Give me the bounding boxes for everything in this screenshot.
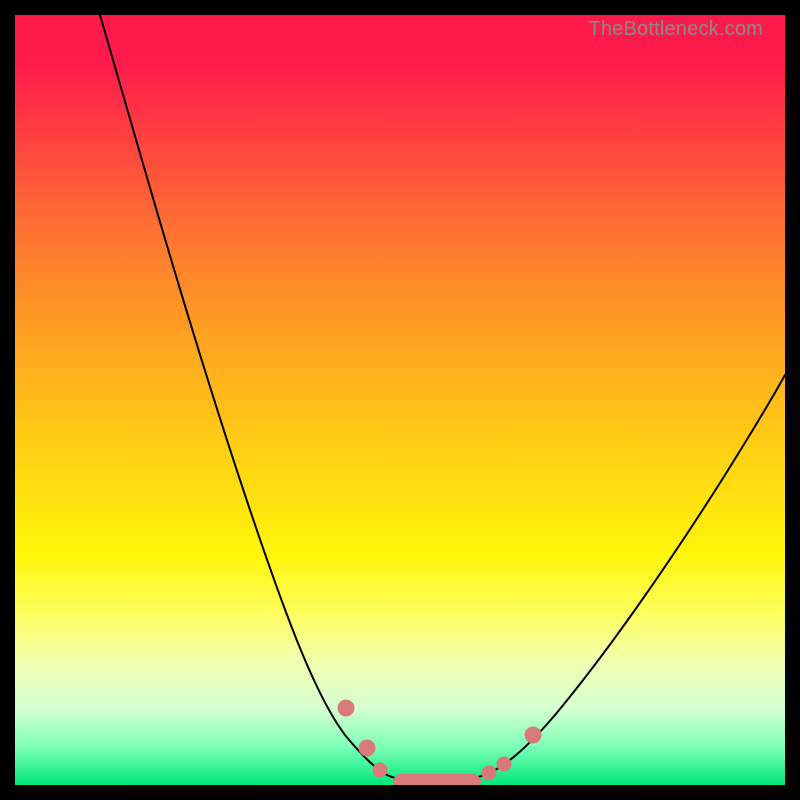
chart-frame: TheBottleneck.com <box>0 0 800 800</box>
chart-plot-area: TheBottleneck.com <box>15 15 785 785</box>
